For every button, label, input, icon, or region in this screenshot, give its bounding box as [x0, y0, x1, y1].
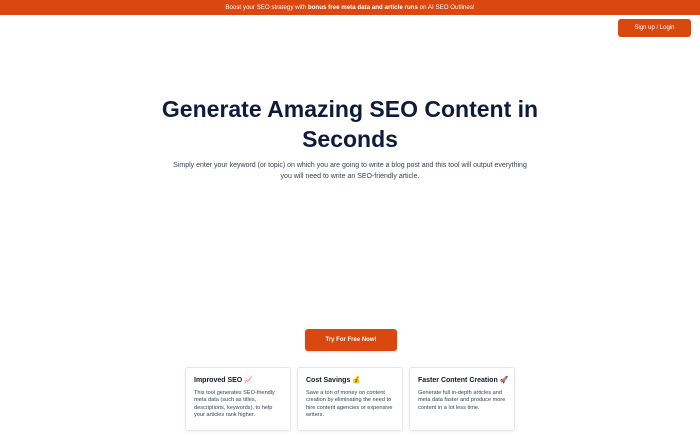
feature-card-title: Cost Savings 💰 [306, 376, 394, 385]
feature-card-title-text: Faster Content Creation [418, 377, 498, 384]
promo-banner-highlight: bonus free meta data and article runs [307, 4, 418, 11]
feature-card-title-text: Improved SEO [194, 377, 243, 384]
feature-card-text: Generate full in-depth articles and meta… [418, 390, 506, 411]
feature-card-cost-savings: Cost Savings 💰 Save a ton of money on con… [297, 367, 403, 431]
promo-banner-prefix: Boost your SEO strategy with [225, 4, 308, 11]
chart-increasing-icon: 📈 [244, 377, 253, 384]
promo-banner-suffix: on AI SEO Outlines! [417, 4, 475, 11]
feature-card-improved-seo: Improved SEO 📈 This tool generates SEO-fr… [185, 367, 291, 431]
rocket-icon: 🚀 [499, 377, 509, 384]
feature-card-title: Faster Content Creation 🚀 [418, 376, 509, 385]
feature-card-text: This tool generates SEO-friendly meta da… [194, 390, 275, 419]
money-bag-icon: 💰 [352, 377, 362, 384]
feature-card-faster-content: Faster Content Creation 🚀 Generate full i… [409, 367, 515, 431]
try-for-free-button[interactable]: Try For Free Now! [305, 329, 397, 351]
hero-subtitle: Simply enter your keyword (or topic) on … [173, 162, 527, 180]
feature-card-title: Improved SEO 📈 [194, 376, 282, 385]
feature-card-text: Save a ton of money on content creation … [306, 390, 393, 419]
promo-banner: Boost your SEO strategy with bonus free … [0, 0, 700, 15]
feature-card-title-text: Cost Savings [306, 377, 351, 384]
landing-page: Boost your SEO strategy with bonus free … [0, 0, 700, 438]
sign-up-login-button[interactable]: Sign up / Login [618, 19, 691, 37]
hero-title: Generate Amazing SEO Content in Seconds [161, 96, 539, 152]
